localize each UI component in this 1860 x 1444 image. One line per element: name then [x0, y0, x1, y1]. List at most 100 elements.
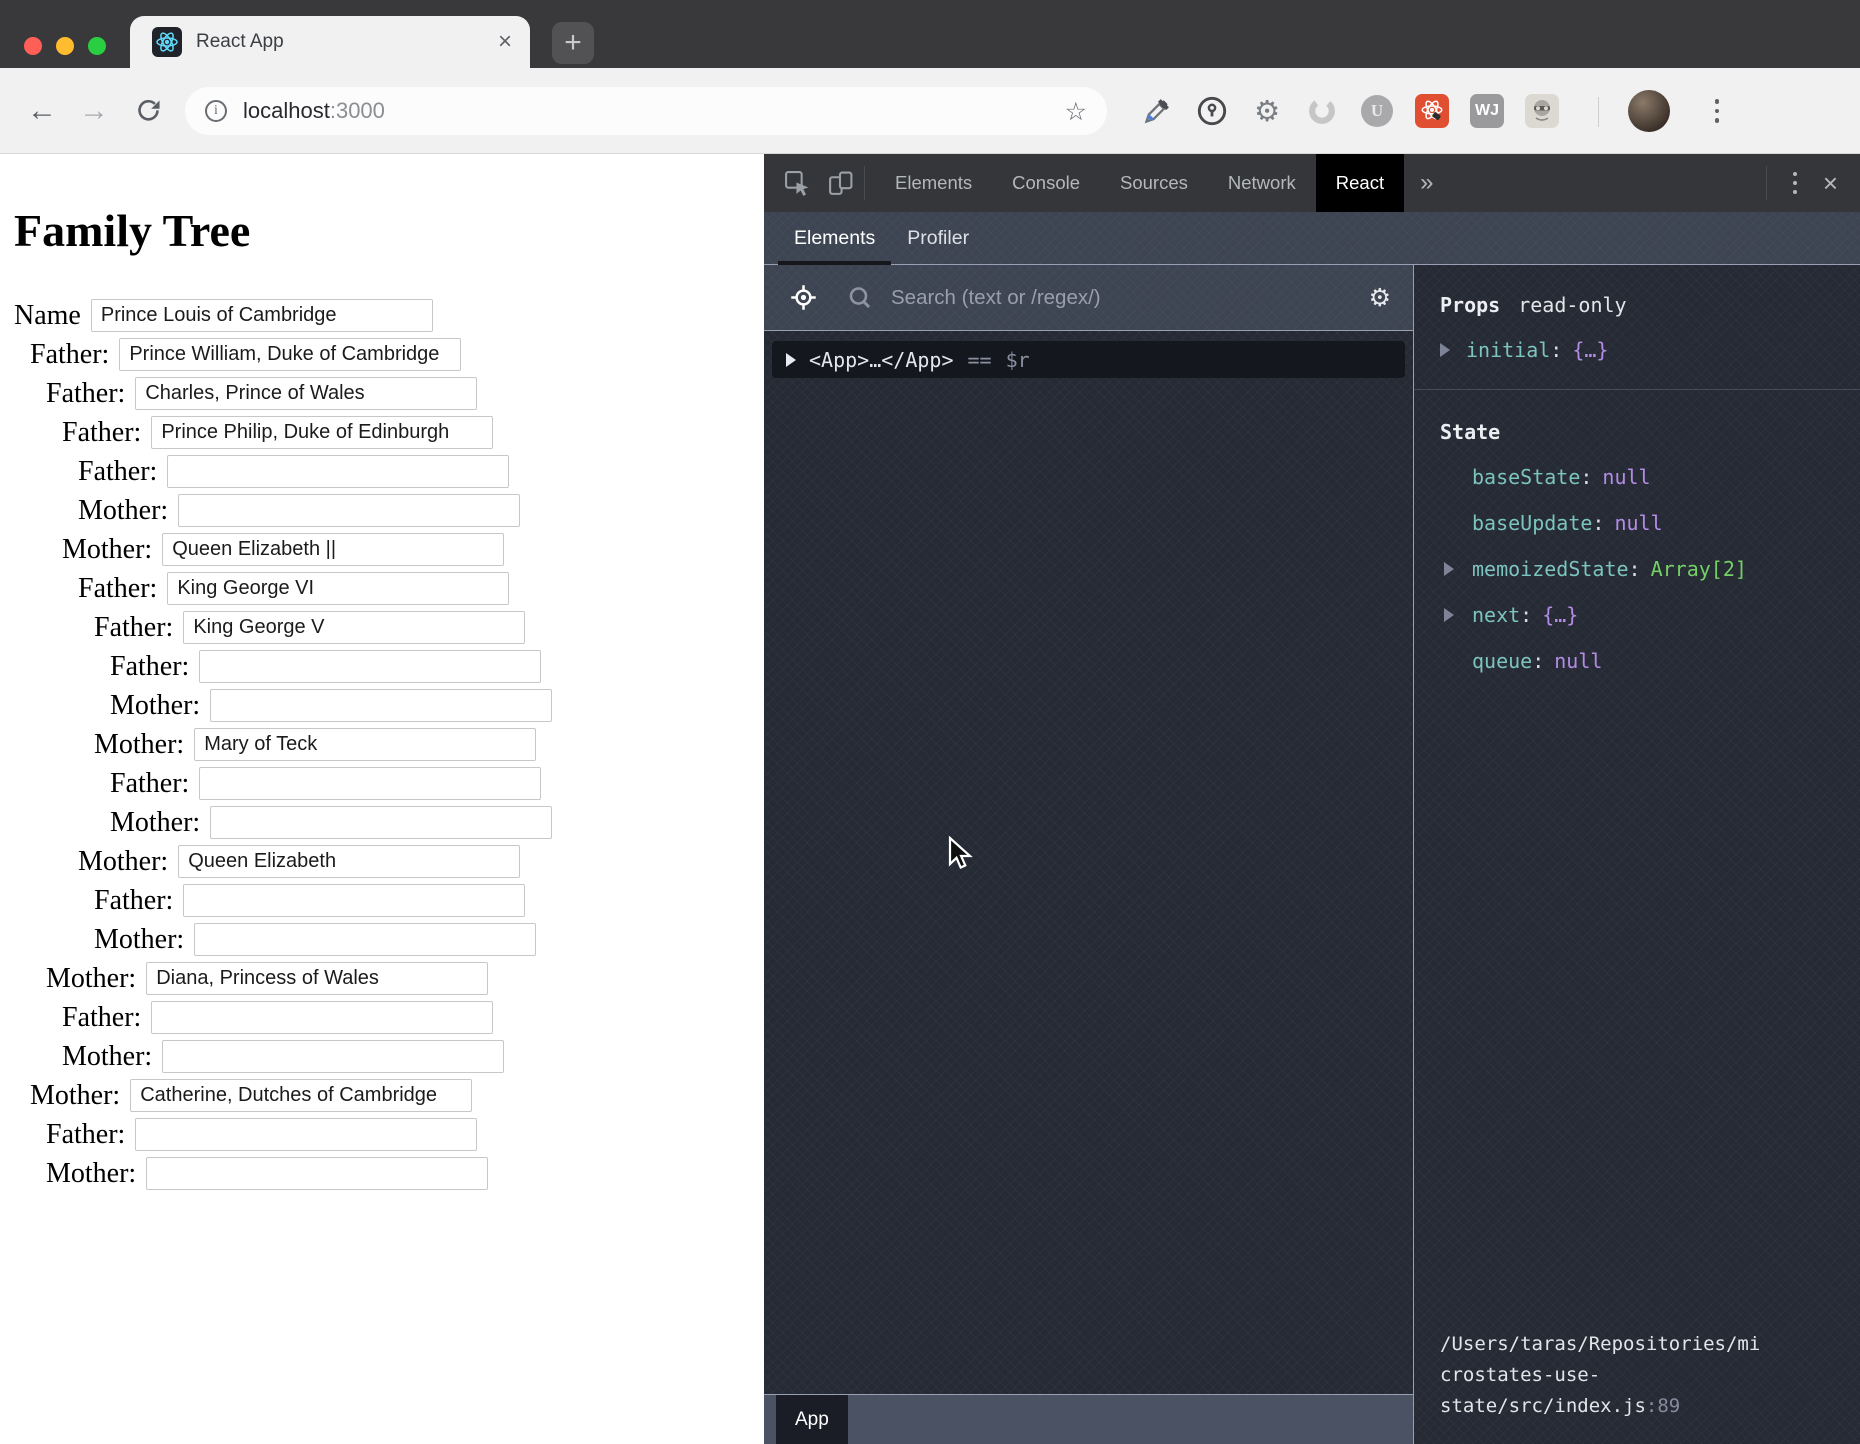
back-button[interactable]: ←	[22, 68, 62, 154]
devtools-tab[interactable]: Elements	[875, 154, 992, 212]
expand-arrow-icon[interactable]	[1444, 562, 1454, 576]
mouse-cursor	[946, 836, 978, 872]
state-key: next	[1472, 603, 1520, 627]
devtools-tab[interactable]: Sources	[1100, 154, 1208, 212]
loop-extension-icon[interactable]	[1305, 94, 1339, 128]
device-toolbar-icon[interactable]	[827, 170, 854, 197]
family-row-input[interactable]	[183, 884, 525, 917]
expand-arrow-icon[interactable]	[786, 353, 796, 367]
family-row: Mother:	[94, 923, 764, 956]
expand-arrow-icon[interactable]	[1440, 343, 1450, 357]
family-row-input[interactable]	[119, 338, 461, 371]
more-tabs-chevron-icon[interactable]: »	[1404, 169, 1449, 197]
state-entry[interactable]: queue:null	[1414, 648, 1860, 674]
family-row-input[interactable]	[146, 962, 488, 995]
state-value: null	[1614, 511, 1662, 535]
family-row-input[interactable]	[199, 650, 541, 683]
family-row-input[interactable]	[194, 728, 536, 761]
family-row-input[interactable]	[210, 689, 552, 722]
eyedropper-extension-icon[interactable]	[1140, 94, 1174, 128]
family-row-input[interactable]	[135, 377, 477, 410]
url-bar[interactable]: i localhost:3000 ☆	[185, 87, 1107, 135]
devtools-tab[interactable]: Network	[1208, 154, 1316, 212]
state-entry[interactable]: memoizedState:Array[2]	[1414, 556, 1860, 582]
family-row-input[interactable]	[146, 1157, 488, 1190]
family-row-input[interactable]	[130, 1079, 472, 1112]
u-extension-icon[interactable]: U	[1360, 94, 1394, 128]
family-row-input[interactable]	[210, 806, 552, 839]
wj-extension-icon[interactable]: WJ	[1470, 94, 1504, 128]
family-row-input[interactable]	[135, 1118, 477, 1151]
new-tab-button[interactable]: +	[552, 22, 594, 64]
family-row-input[interactable]	[91, 299, 433, 332]
family-row-input[interactable]	[199, 767, 541, 800]
select-element-target-icon[interactable]	[790, 284, 817, 311]
bookmark-star-icon[interactable]: ☆	[1065, 97, 1087, 126]
browser-tab[interactable]: React App ×	[130, 16, 530, 68]
family-row: Mother:	[62, 1040, 764, 1073]
devtools-tab[interactable]: React	[1316, 154, 1404, 212]
component-details-pane: Props read-only initial:{…} State	[1413, 265, 1860, 1444]
family-row-input[interactable]	[194, 923, 536, 956]
app-component-row[interactable]: <App>…</App> == $r	[772, 341, 1405, 378]
devtools-menu-icon[interactable]	[1777, 172, 1813, 194]
family-row: Father:	[46, 1118, 764, 1151]
devtools-tab-bar: Elements Console Sources Network React »…	[764, 154, 1860, 212]
family-row-input[interactable]	[167, 455, 509, 488]
onepassword-extension-icon[interactable]	[1195, 94, 1229, 128]
gear-extension-icon[interactable]: ⚙	[1250, 94, 1284, 128]
props-entry[interactable]: initial:{…}	[1414, 337, 1860, 363]
state-entry[interactable]: baseState:null	[1414, 464, 1860, 490]
window-minimize-button[interactable]	[56, 37, 74, 55]
search-icon	[847, 285, 873, 311]
refresh-button[interactable]	[128, 68, 168, 154]
family-row: Mother:	[110, 806, 764, 839]
tab-title: React App	[196, 31, 498, 53]
devtools-close-icon[interactable]: ×	[1813, 168, 1860, 199]
family-row: Father:	[78, 572, 764, 605]
family-row-input[interactable]	[151, 416, 493, 449]
family-row-label: Father:	[78, 573, 157, 605]
breadcrumb-bar: App	[764, 1394, 1413, 1444]
devtools-main-tabs: Elements Console Sources Network React	[875, 154, 1404, 212]
family-row-input[interactable]	[151, 1001, 493, 1034]
forward-button[interactable]: →	[74, 68, 114, 154]
family-row-input[interactable]	[162, 533, 504, 566]
browser-menu-button[interactable]	[1700, 94, 1734, 128]
family-row: Father:	[94, 884, 764, 917]
component-tree: <App>…</App> == $r	[764, 331, 1413, 1394]
devtools-tab[interactable]: Console	[992, 154, 1100, 212]
state-entry[interactable]: baseUpdate:null	[1414, 510, 1860, 536]
ember-extension-icon[interactable]	[1525, 94, 1559, 128]
family-row-input[interactable]	[178, 494, 520, 527]
site-info-icon[interactable]: i	[205, 100, 227, 122]
family-row-input[interactable]	[178, 845, 520, 878]
family-row-input[interactable]	[167, 572, 509, 605]
inspect-element-icon[interactable]	[784, 170, 811, 197]
search-input[interactable]: Search (text or /regex/)	[891, 286, 1369, 310]
url-host: localhost	[243, 98, 330, 124]
family-row: Mother:	[46, 962, 764, 995]
family-row-label: Mother:	[62, 1041, 152, 1073]
state-value: null	[1602, 465, 1650, 489]
settings-gear-icon[interactable]: ⚙	[1369, 283, 1391, 312]
breadcrumb-app[interactable]: App	[776, 1395, 848, 1444]
devtools-panel: Elements Console Sources Network React »…	[764, 154, 1860, 1444]
state-entry[interactable]: next:{…}	[1414, 602, 1860, 628]
react-devtools-extension-icon[interactable]	[1415, 94, 1449, 128]
source-file-path[interactable]: /Users/taras/Repositories/mi crostates-u…	[1440, 1329, 1780, 1422]
family-row-label: Father:	[78, 456, 157, 488]
react-panel-tab[interactable]: Elements	[778, 212, 891, 264]
react-panel-tabs: Elements Profiler	[764, 212, 1860, 265]
react-panel-tab[interactable]: Profiler	[891, 212, 985, 264]
window-close-button[interactable]	[24, 37, 42, 55]
expand-arrow-icon[interactable]	[1444, 608, 1454, 622]
family-row-input[interactable]	[162, 1040, 504, 1073]
family-row: Father:	[62, 1001, 764, 1034]
tab-close-icon[interactable]: ×	[498, 30, 512, 54]
props-section: Props read-only initial:{…}	[1414, 265, 1860, 390]
profile-avatar[interactable]	[1628, 90, 1670, 132]
window-zoom-button[interactable]	[88, 37, 106, 55]
family-row-input[interactable]	[183, 611, 525, 644]
family-row-label: Mother:	[78, 846, 168, 878]
